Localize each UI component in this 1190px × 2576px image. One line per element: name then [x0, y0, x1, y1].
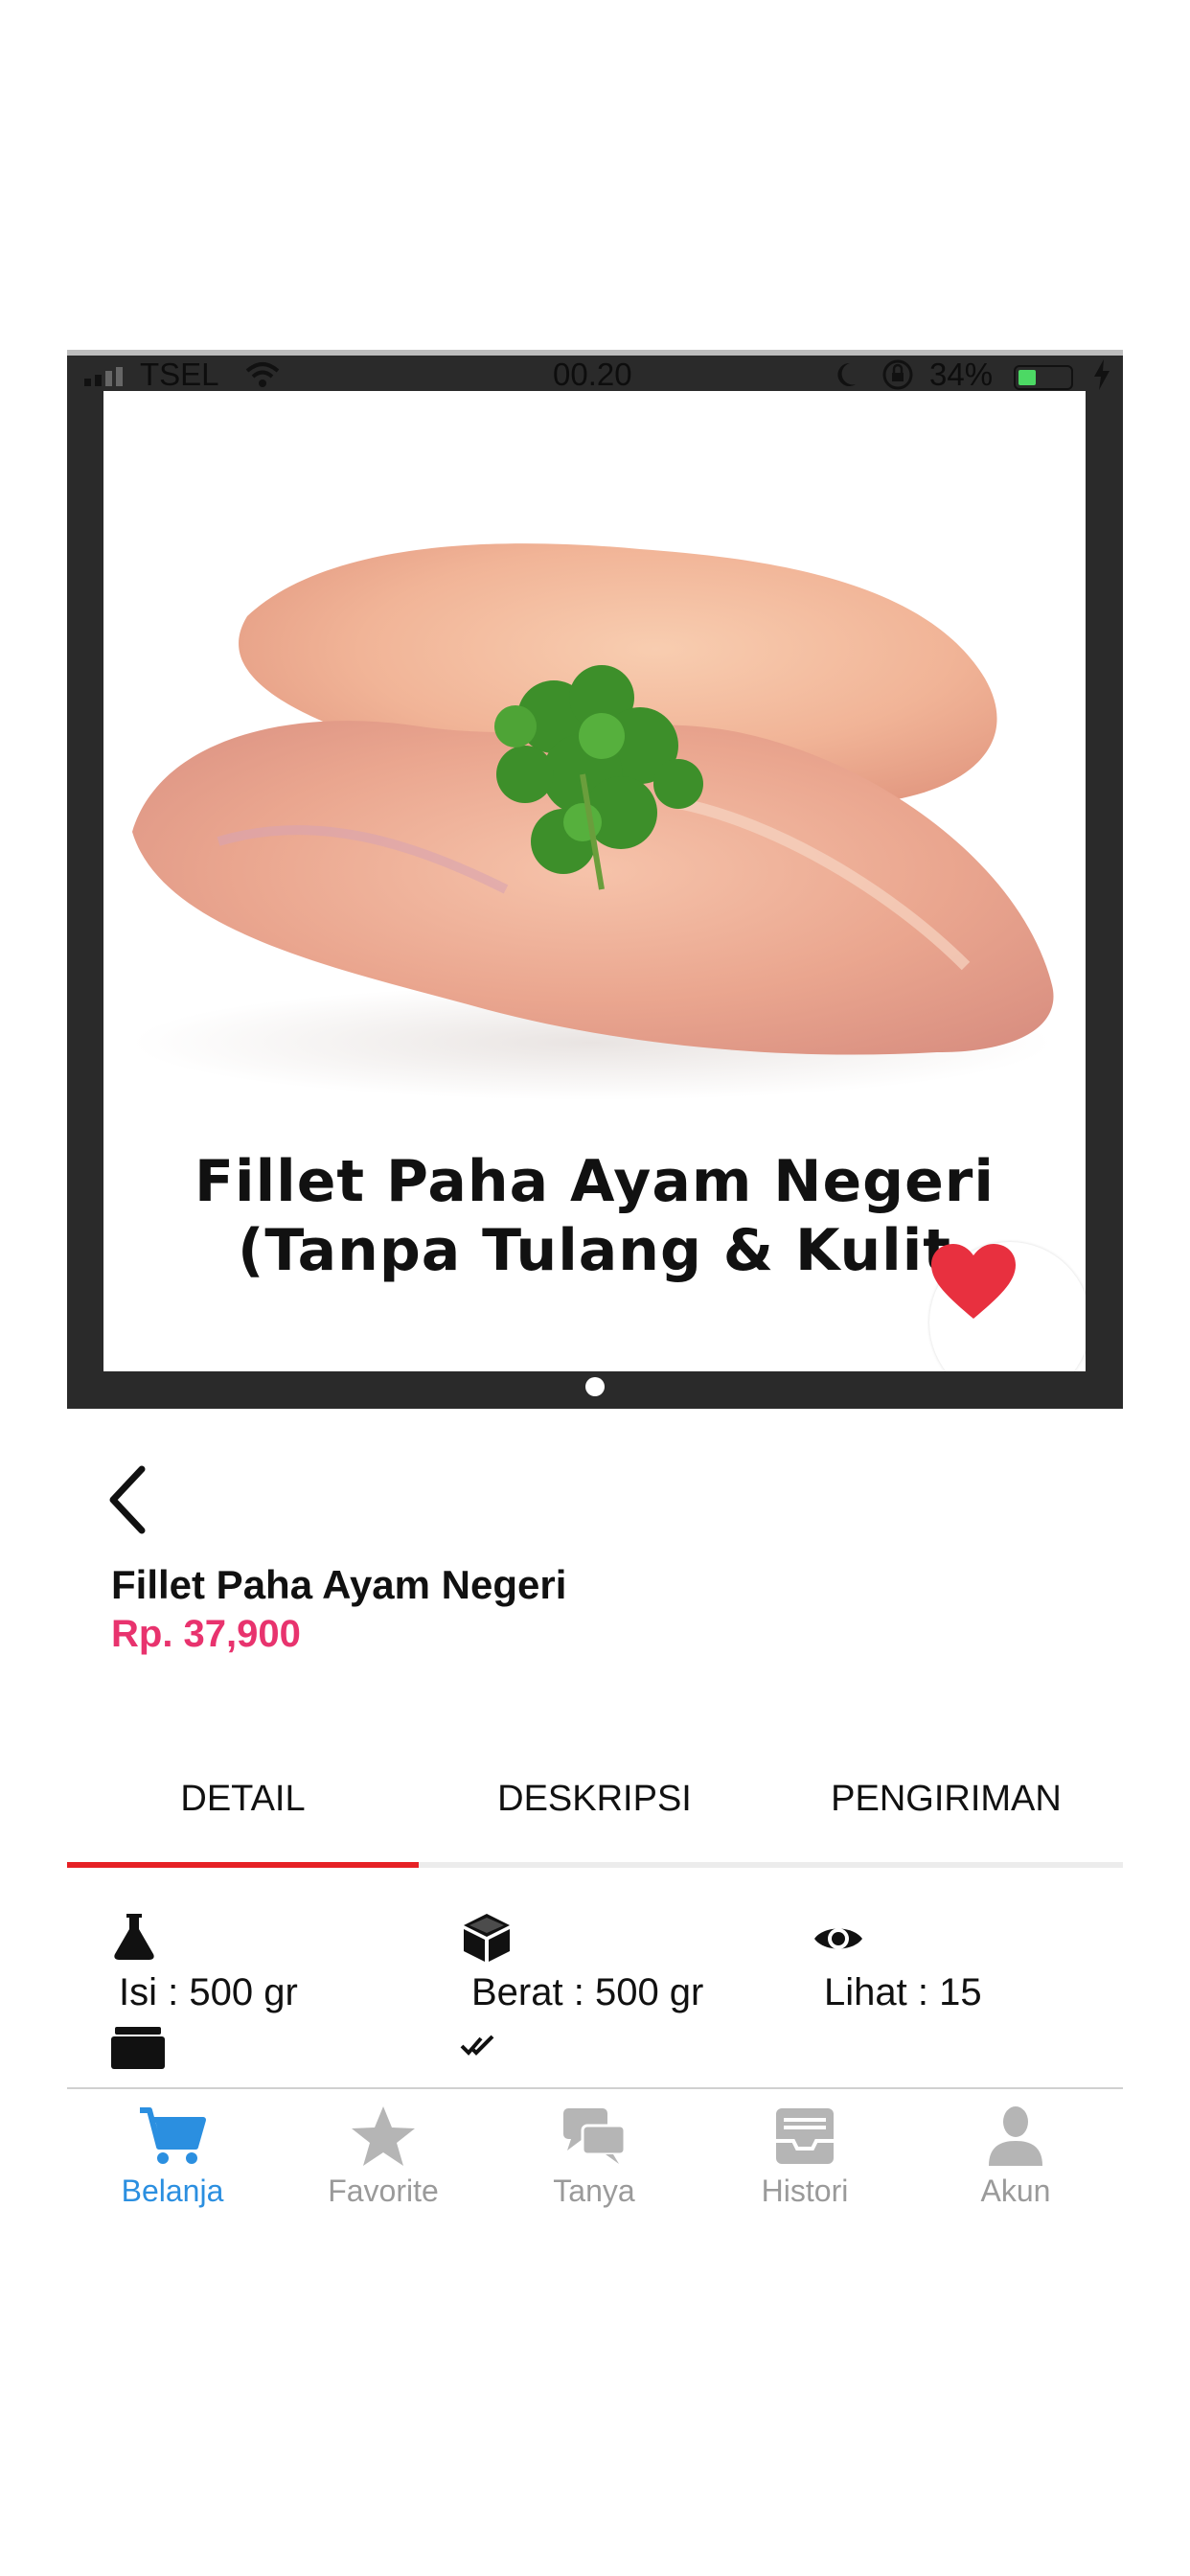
nav-belanja[interactable]: Belanja: [67, 2089, 278, 2228]
detail-isi: Isi : 500 gr: [119, 1971, 298, 2013]
flask-icon: [114, 1914, 154, 1960]
nav-label-histori: Histori: [761, 2174, 849, 2208]
package-icon: [111, 2027, 165, 2069]
nav-label-favorite: Favorite: [328, 2174, 439, 2208]
inbox-icon: [776, 2108, 834, 2164]
carrier-name: TSEL: [140, 356, 219, 392]
product-price: Rp. 37,900: [111, 1613, 301, 1655]
star-icon: [352, 2106, 415, 2166]
user-icon: [989, 2106, 1042, 2166]
nav-akun[interactable]: Akun: [910, 2089, 1121, 2228]
product-name: Fillet Paha Ayam Negeri: [111, 1562, 567, 1607]
chevron-left-icon: [109, 1465, 146, 1534]
nav-label-tanya: Tanya: [553, 2174, 635, 2208]
product-photo: Fillet Paha Ayam Negeri (Tanpa Tulang & …: [103, 391, 1086, 1371]
signal-icon: [84, 367, 123, 386]
tab-pengiriman[interactable]: PENGIRIMAN: [770, 1763, 1122, 1835]
double-check-icon: [460, 2035, 494, 2056]
tab-deskripsi[interactable]: DESKRIPSI: [419, 1763, 770, 1835]
detail-berat: Berat : 500 gr: [471, 1971, 704, 2013]
tab-active-indicator: [67, 1862, 419, 1868]
tab-bar: DETAIL DESKRIPSI PENGIRIMAN: [67, 1763, 1123, 1835]
detail-lihat: Lihat : 15: [824, 1971, 982, 2013]
tab-detail[interactable]: DETAIL: [67, 1763, 419, 1835]
charging-icon: [1092, 357, 1111, 401]
nav-histori[interactable]: Histori: [699, 2089, 910, 2228]
favorite-button[interactable]: [929, 1242, 1086, 1371]
status-time: 00.20: [553, 356, 632, 392]
battery-percent: 34%: [929, 356, 994, 392]
nav-favorite[interactable]: Favorite: [278, 2089, 489, 2228]
battery-icon: [1014, 365, 1073, 390]
nav-tanya[interactable]: Tanya: [489, 2089, 699, 2228]
cart-icon: [140, 2107, 206, 2164]
back-button[interactable]: [102, 1461, 159, 1538]
chat-icon: [563, 2108, 627, 2164]
product-image-carousel[interactable]: TSEL 00.20 34% Fillet Paha Ayam Negeri (…: [67, 350, 1123, 1409]
bottom-navigation: Belanja Favorite Tanya Histori Akun: [67, 2089, 1123, 2228]
image-caption-line1: Fillet Paha Ayam Negeri: [195, 1148, 995, 1215]
product-detail-screen: TSEL 00.20 34% Fillet Paha Ayam Negeri (…: [67, 350, 1123, 2228]
box-icon: [464, 1914, 510, 1962]
nav-label-akun: Akun: [980, 2174, 1051, 2208]
heart-icon: [931, 1244, 1016, 1319]
status-bar: TSEL 00.20 34%: [67, 356, 1123, 394]
carousel-page-indicator[interactable]: [585, 1377, 605, 1396]
nav-label-belanja: Belanja: [121, 2174, 224, 2208]
eye-icon: [814, 1928, 862, 1949]
